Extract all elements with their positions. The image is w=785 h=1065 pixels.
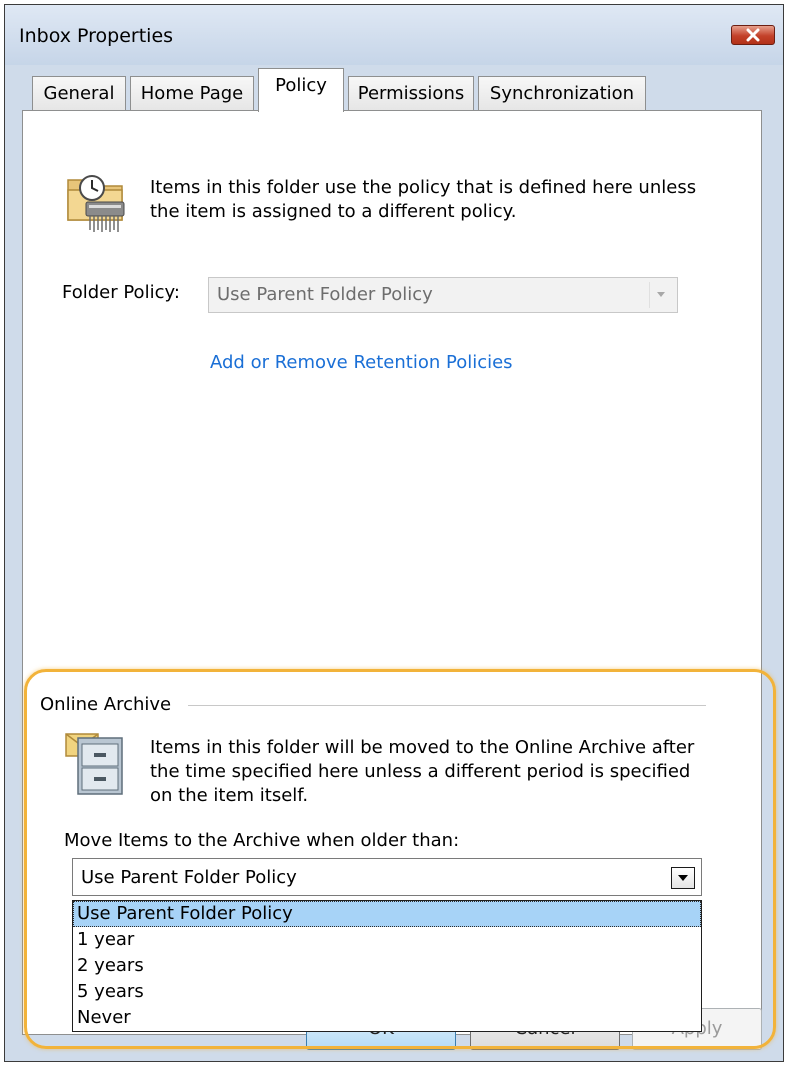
highlight-annotation	[24, 669, 776, 1049]
tab-home-page[interactable]: Home Page	[130, 76, 254, 110]
folder-policy-label: Folder Policy:	[62, 282, 180, 303]
add-remove-retention-policies-link[interactable]: Add or Remove Retention Policies	[210, 352, 513, 373]
folder-policy-value: Use Parent Folder Policy	[217, 284, 433, 305]
folder-policy-select: Use Parent Folder Policy	[208, 277, 678, 313]
chevron-down-icon	[657, 292, 665, 297]
tab-synchronization[interactable]: Synchronization	[478, 76, 646, 110]
tab-general[interactable]: General	[32, 76, 126, 110]
tab-policy[interactable]: Policy	[258, 68, 344, 112]
title-bar: Inbox Properties	[5, 5, 783, 65]
policy-description: Items in this folder use the policy that…	[150, 177, 697, 222]
policy-folder-icon	[67, 175, 125, 232]
window-title: Inbox Properties	[19, 25, 174, 47]
folder-policy-dropdown-arrow	[649, 282, 673, 308]
close-icon	[746, 28, 760, 42]
close-button[interactable]	[731, 25, 775, 45]
tab-permissions[interactable]: Permissions	[348, 76, 474, 110]
